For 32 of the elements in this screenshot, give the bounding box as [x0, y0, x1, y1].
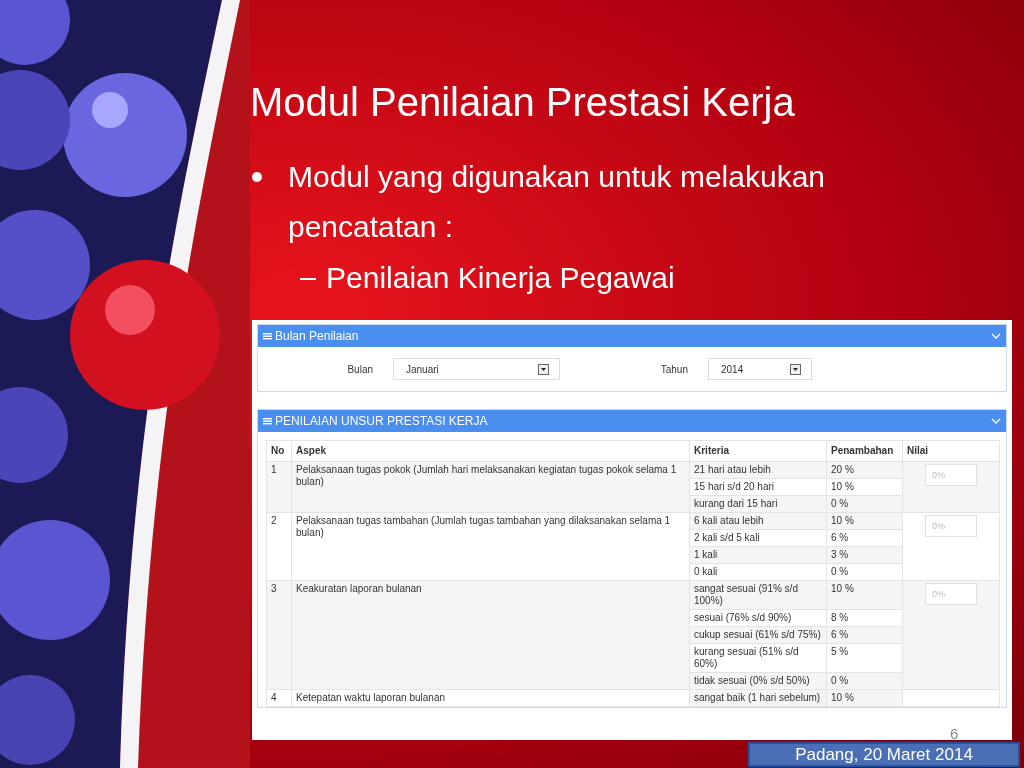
column-header: Kriteria [689, 440, 827, 462]
menu-icon [263, 332, 272, 340]
table-cell: Pelaksanaan tugas pokok (Jumlah hari melaksanakan kegiatan tugas pokok selama 1 bulan) [291, 461, 690, 513]
table-cell: 1 [266, 461, 292, 513]
chevron-down-icon[interactable] [991, 418, 1001, 424]
column-header: Penambahan [826, 440, 903, 462]
panel-title: PENILAIAN UNSUR PRESTASI KERJA [275, 413, 488, 430]
table-cell: 5 % [826, 643, 903, 673]
field-label: Bulan [346, 362, 374, 377]
bullet-icon [252, 172, 262, 182]
table-cell: Keakuratan laporan bulanan [291, 580, 690, 690]
table-cell: 3 [266, 580, 292, 690]
chevron-down-icon[interactable] [991, 333, 1001, 339]
field-label: Tahun [659, 362, 689, 377]
footer-label: Padang, 20 Maret 2014 [748, 742, 1020, 767]
dash-icon [300, 278, 316, 280]
table-cell: 10 % [826, 580, 903, 610]
column-header: Nilai [902, 440, 1000, 462]
slide-title: Modul Penilaian Prestasi Kerja [250, 79, 796, 126]
bullet-text: Modul yang digunakan untuk melakukan pencatatan : [288, 159, 827, 245]
column-header: No [266, 440, 292, 462]
table-cell: kurang sesuai (51% s/d 60%) [689, 643, 827, 673]
page-number: 6 [950, 724, 959, 744]
dropdown-field[interactable]: 2014 [708, 358, 812, 380]
column-header: Aspek [291, 440, 690, 462]
menu-icon [263, 417, 272, 425]
table-cell: Pelaksanaan tugas tambahan (Jumlah tugas tambahan yang dilaksanakan selama 1 bulan) [291, 512, 690, 581]
dropdown-field[interactable]: Januari [393, 358, 560, 380]
panel-title: Bulan Penilaian [275, 328, 359, 345]
sub-bullet-text: Penilaian Kinerja Pegawai [326, 260, 675, 296]
table-cell: 2 [266, 512, 292, 581]
table-cell: sangat sesuai (91% s/d 100%) [689, 580, 827, 610]
